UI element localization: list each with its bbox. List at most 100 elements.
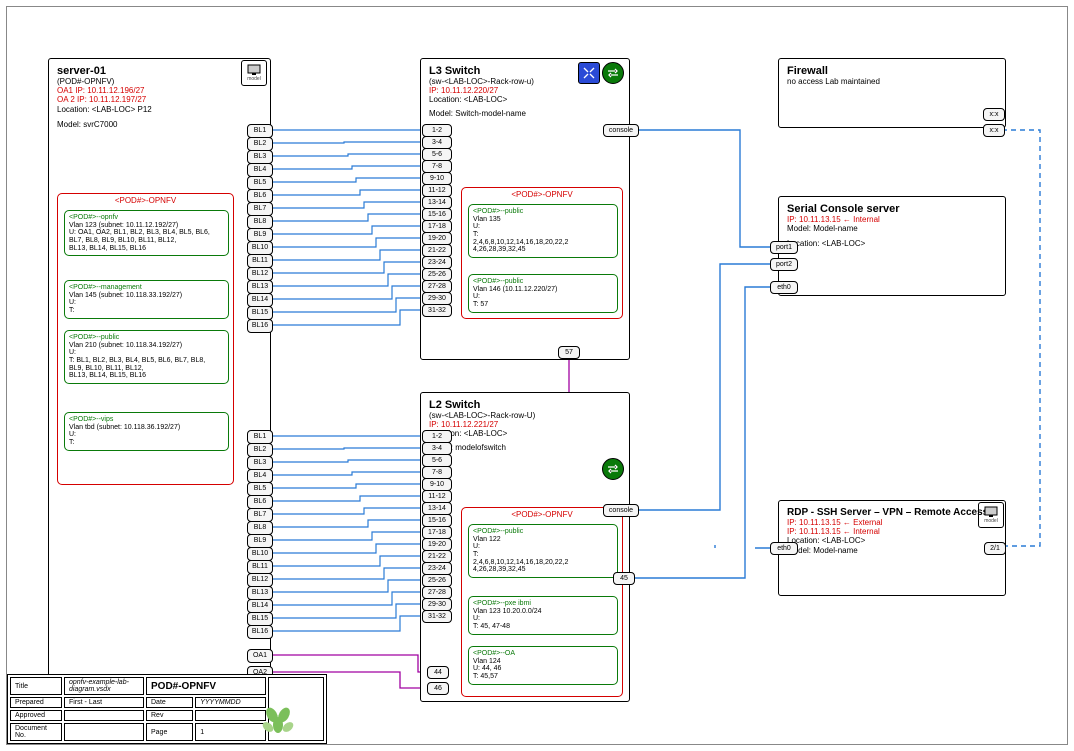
- l2-vlan-3: <POD#>--OA Vlan 124 U: 44, 46 T: 45,57: [468, 646, 618, 685]
- l2-sub: (sw-<LAB-LOC>-Rack-row-U): [429, 411, 621, 420]
- jack-BL15: BL15: [247, 612, 273, 626]
- scs-eth0: eth0: [770, 281, 798, 294]
- v2d: T:: [69, 307, 224, 315]
- server-vlan-4: <POD#>--vips Vlan tbd (subnet: 10.118.36…: [64, 412, 229, 451]
- rdp-model: Model: Model-name: [787, 546, 997, 555]
- jack-BL7: BL7: [247, 508, 273, 522]
- rdp-port-21: 2/1: [984, 542, 1006, 555]
- server-box: server-01 (POD#-OPNFV) OA1 IP: 10.11.12.…: [48, 58, 271, 693]
- l3v1c: U:: [473, 223, 613, 231]
- jack-BL9: BL9: [247, 228, 273, 242]
- server-oa1-jack: OA1: [247, 649, 273, 663]
- v3b: Vlan 210 (subnet: 10.118.34.192/27): [69, 342, 224, 350]
- jack-BL2: BL2: [247, 137, 273, 151]
- jack-BL3: BL3: [247, 150, 273, 164]
- l2v1b: Vlan 122: [473, 536, 613, 544]
- l2-console-jack: console: [603, 504, 639, 517]
- tb-date-label: Date: [146, 697, 193, 708]
- fw-title: Firewall: [787, 65, 997, 77]
- l2v3d: T: 45,57: [473, 673, 613, 681]
- v1c: U: OA1, OA2, BL1, BL2, BL3, BL4, BL5, BL…: [69, 229, 224, 237]
- fw-port-a: x:x: [983, 108, 1005, 121]
- jack-BL6: BL6: [247, 495, 273, 509]
- jack-BL11: BL11: [247, 560, 273, 574]
- server-model: Model: svrC7000: [57, 120, 262, 129]
- v2c: U:: [69, 299, 224, 307]
- l2v1d: T:: [473, 551, 613, 559]
- port-31-32: 31-32: [422, 610, 452, 623]
- tb-prep-label: Prepared: [10, 697, 62, 708]
- jack-BL4: BL4: [247, 469, 273, 483]
- scs-ip: IP: 10.11.13.15 ← Internal: [787, 215, 997, 224]
- l3-head: <POD#>-OPNFV: [462, 190, 622, 199]
- tb-rev-label: Rev: [146, 710, 193, 721]
- l2v3b: Vlan 124: [473, 658, 613, 666]
- jack-BL10: BL10: [247, 241, 273, 255]
- rdp-ip1: IP: 10.11.13.15 ← External: [787, 518, 997, 527]
- l3v2a: <POD#>--public: [473, 278, 613, 286]
- l2-vlan-container: <POD#>-OPNFV <POD#>--public Vlan 122 U: …: [461, 507, 623, 697]
- l2-port-45: 45: [613, 572, 635, 585]
- jack-BL5: BL5: [247, 482, 273, 496]
- scs-box: Serial Console server IP: 10.11.13.15 ← …: [778, 196, 1006, 296]
- fw-sub: no access Lab maintained: [787, 77, 997, 86]
- l3v1e: 2,4,6,8,10,12,14,16,18,20,22,2: [473, 239, 613, 247]
- v1d: BL7, BL8, BL9, BL10, BL11, BL12,: [69, 237, 224, 245]
- rdp-loc: Location: <LAB-LOC>: [787, 536, 997, 545]
- server-location: Location: <LAB-LOC> P12: [57, 105, 262, 114]
- tb-page-label: Page: [146, 723, 193, 741]
- rdp-ip2: IP: 10.11.13.15 ← Internal: [787, 527, 997, 536]
- v4b: Vlan tbd (subnet: 10.118.36.192/27): [69, 424, 224, 432]
- v2b: Vlan 145 (subnet: 10.118.33.192/27): [69, 292, 224, 300]
- v2a: <POD#>--management: [69, 284, 224, 292]
- l3-vlan-1: <POD#>--public Vlan 135 U: T: 2,4,6,8,10…: [468, 204, 618, 258]
- jack-BL9: BL9: [247, 534, 273, 548]
- v3c: U:: [69, 349, 224, 357]
- jack-BL10: BL10: [247, 547, 273, 561]
- l3v2c: U:: [473, 293, 613, 301]
- l2-head: <POD#>-OPNFV: [462, 510, 622, 519]
- l2-title: L2 Switch: [429, 399, 621, 411]
- jack-BL12: BL12: [247, 267, 273, 281]
- l2-port-46: 46: [427, 682, 449, 695]
- firewall-box: Firewall no access Lab maintained: [778, 58, 1006, 128]
- tb-main: POD#-OPNFV: [146, 677, 266, 695]
- jack-BL16: BL16: [247, 625, 273, 639]
- server-vlan-2: <POD#>--management Vlan 145 (subnet: 10.…: [64, 280, 229, 319]
- l3-vlan-2: <POD#>--public Vlan 146 (10.11.12.220/27…: [468, 274, 618, 313]
- l2-port-44: 44: [427, 666, 449, 679]
- jack-BL12: BL12: [247, 573, 273, 587]
- v3e: BL9, BL10, BL11, BL12,: [69, 365, 224, 373]
- server-vlan-container: <POD#>-OPNFV <POD#>--opnfv Vlan 123 (sub…: [57, 193, 234, 485]
- jack-BL5: BL5: [247, 176, 273, 190]
- rdp-model-icon: model: [978, 502, 1004, 528]
- l3-console-jack: console: [603, 124, 639, 137]
- jack-BL13: BL13: [247, 586, 273, 600]
- jack-BL1: BL1: [247, 430, 273, 444]
- jack-BL11: BL11: [247, 254, 273, 268]
- server-vlan-1: <POD#>--opnfv Vlan 123 (subnet: 10.11.12…: [64, 210, 229, 256]
- jack-BL14: BL14: [247, 599, 273, 613]
- jack-BL8: BL8: [247, 215, 273, 229]
- l2-vlan-1: <POD#>--public Vlan 122 U: T: 2,4,6,8,10…: [468, 524, 618, 578]
- rdp-eth0: eth0: [770, 542, 798, 555]
- v3a: <POD#>--public: [69, 334, 224, 342]
- server-subtitle: (POD#-OPNFV): [57, 77, 262, 86]
- rdp-box: RDP - SSH Server – VPN – Remote Access I…: [778, 500, 1006, 596]
- tb-prep: First - Last: [64, 697, 144, 708]
- l2-switch-icon: [602, 458, 624, 480]
- l3-model: Model: Switch-model-name: [429, 109, 621, 118]
- jack-BL7: BL7: [247, 202, 273, 216]
- l2v1c: U:: [473, 543, 613, 551]
- tb-page: 1: [195, 723, 266, 741]
- l2v2b: Vlan 123 10.20.0.0/24: [473, 608, 613, 616]
- l3-switch-icon: [602, 62, 624, 84]
- jack-BL4: BL4: [247, 163, 273, 177]
- l2v1e: 2,4,6,8,10,12,14,16,18,20,22,2: [473, 559, 613, 567]
- v4a: <POD#>--vips: [69, 416, 224, 424]
- tb-doc-label: Document No.: [10, 723, 62, 741]
- l2-loc: Location: <LAB-LOC>: [429, 429, 621, 438]
- jack-BL14: BL14: [247, 293, 273, 307]
- l3v1f: 4,26,28,39,32,45: [473, 246, 613, 254]
- jack-BL6: BL6: [247, 189, 273, 203]
